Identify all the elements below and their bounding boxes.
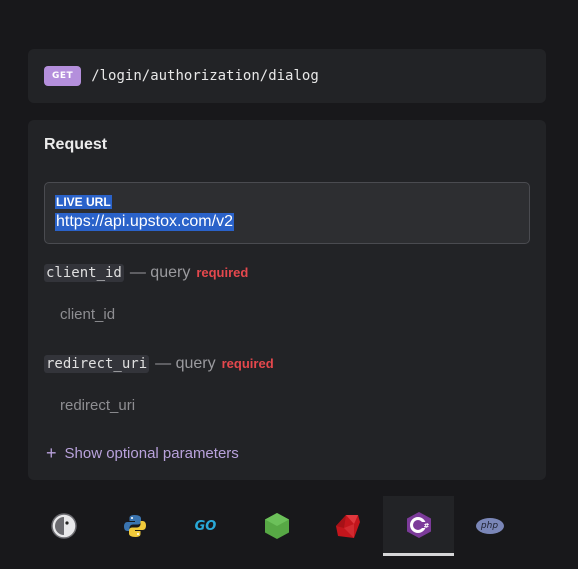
live-url-label: LIVE URL — [55, 195, 112, 209]
param-client-id: client_id — query required — [44, 264, 248, 282]
required-badge: required — [196, 265, 249, 280]
curl-icon — [50, 513, 77, 539]
tab-nodejs[interactable] — [241, 496, 312, 556]
tab-go[interactable]: GO — [170, 496, 241, 556]
plus-icon: + — [46, 443, 57, 463]
go-icon: GO — [194, 518, 217, 534]
endpoint-path: /login/authorization/dialog — [91, 68, 319, 84]
method-badge: GET — [44, 66, 82, 86]
endpoint-bar: GET /login/authorization/dialog — [28, 49, 546, 103]
param-type: — query — [155, 355, 216, 372]
show-optional-label: Show optional parameters — [64, 444, 239, 462]
csharp-icon: # — [406, 511, 431, 538]
live-url-field[interactable]: LIVE URL https://api.upstox.com/v2 — [44, 182, 530, 244]
required-badge: required — [221, 356, 274, 371]
tab-csharp[interactable]: # — [383, 496, 454, 556]
param-name: redirect_uri — [44, 355, 150, 373]
tab-curl[interactable] — [28, 496, 99, 556]
php-icon: php — [475, 518, 504, 534]
ruby-icon — [335, 515, 360, 538]
redirect-uri-input[interactable]: redirect_uri — [60, 397, 135, 414]
request-title: Request — [44, 136, 108, 153]
tab-ruby[interactable] — [312, 496, 383, 556]
svg-text:#: # — [423, 522, 429, 530]
param-redirect-uri: redirect_uri — query required — [44, 355, 274, 373]
client-id-input[interactable]: client_id — [60, 306, 115, 323]
show-optional-parameters-button[interactable]: + Show optional parameters — [46, 444, 239, 462]
param-type: — query — [129, 264, 191, 281]
request-panel: Request LIVE URL https://api.upstox.com/… — [28, 120, 546, 480]
nodejs-icon — [264, 513, 289, 539]
tab-php[interactable]: php — [454, 496, 525, 556]
param-name: client_id — [44, 264, 124, 282]
tab-python[interactable] — [99, 496, 170, 556]
live-url-value[interactable]: https://api.upstox.com/v2 — [55, 213, 234, 231]
python-icon — [123, 515, 146, 537]
language-tabs: GO # php — [28, 496, 546, 556]
